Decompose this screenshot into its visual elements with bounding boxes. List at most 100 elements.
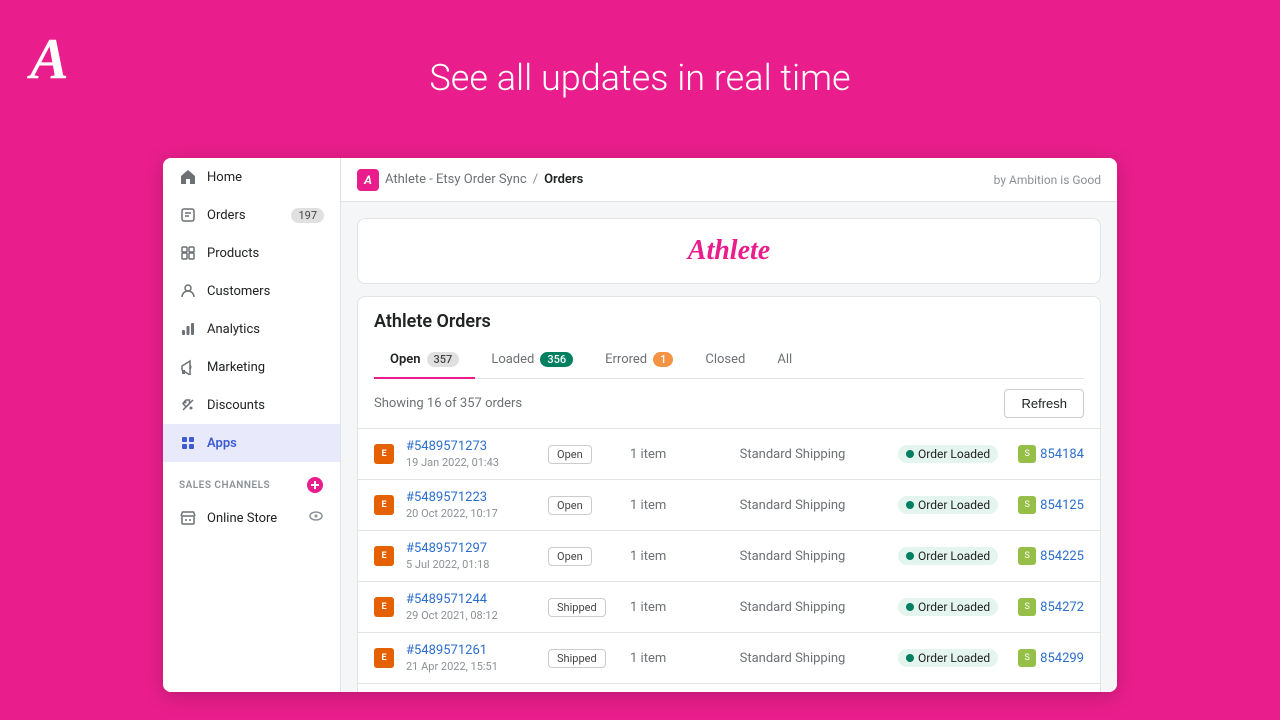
shopify-link[interactable]: S 854184: [1018, 445, 1084, 463]
orders-table: E #5489571273 19 Jan 2022, 01:43 Open 1 …: [358, 429, 1100, 692]
table-row: E #5489571297 5 Jul 2022, 01:18 Open 1 i…: [358, 531, 1100, 582]
order-loaded-status: Order Loaded: [898, 496, 998, 514]
order-date: 29 Oct 2021, 08:12: [406, 609, 536, 622]
marketing-icon: [179, 358, 197, 376]
table-row: E #5489571261 21 Apr 2022, 15:51 Shipped…: [358, 633, 1100, 684]
order-date: 21 Apr 2022, 15:51: [406, 660, 536, 673]
order-shipping: Standard Shipping: [740, 600, 886, 615]
products-icon: [179, 244, 197, 262]
order-id-col: #5489571244 29 Oct 2021, 08:12: [406, 592, 536, 622]
sidebar-item-customers[interactable]: Customers: [163, 272, 340, 310]
order-id-col: #5489571297 5 Jul 2022, 01:18: [406, 541, 536, 571]
loaded-badge: Order Loaded: [898, 598, 998, 616]
order-shipping: Standard Shipping: [740, 447, 886, 462]
order-status: Shipped: [548, 649, 618, 668]
tab-open[interactable]: Open 357: [374, 344, 475, 379]
loaded-badge: Order Loaded: [898, 445, 998, 463]
sidebar-item-orders[interactable]: Orders 197: [163, 196, 340, 234]
sidebar-item-products[interactable]: Products: [163, 234, 340, 272]
breadcrumb-app: Athlete - Etsy Order Sync: [385, 172, 527, 187]
shopify-link[interactable]: S 854125: [1018, 496, 1084, 514]
tab-errored-label: Errored: [605, 352, 647, 367]
status-badge: Open: [548, 445, 592, 464]
table-row: E #5489571273 19 Jan 2022, 01:43 Open 1 …: [358, 429, 1100, 480]
sidebar-orders-label: Orders: [207, 208, 246, 223]
shopify-link[interactable]: S 854272: [1018, 598, 1084, 616]
orders-icon: [179, 206, 197, 224]
order-loaded-status: Order Loaded: [898, 547, 998, 565]
etsy-icon: E: [374, 495, 394, 515]
order-shipping: Standard Shipping: [740, 549, 886, 564]
order-id-link[interactable]: #5489571261: [406, 643, 536, 658]
order-items: 1 item: [630, 651, 728, 666]
app-title: Athlete: [688, 235, 770, 266]
tab-closed-label: Closed: [705, 352, 745, 367]
shopify-icon: S: [1018, 496, 1036, 514]
sidebar-item-online-store[interactable]: Online Store: [163, 500, 340, 536]
add-sales-channel-icon[interactable]: [306, 476, 324, 494]
sidebar: Home Orders 197 Pro: [163, 158, 341, 692]
orders-badge: 197: [291, 208, 324, 223]
shopify-icon: S: [1018, 445, 1036, 463]
tab-all[interactable]: All: [761, 344, 808, 379]
store-icon: [179, 509, 197, 527]
sidebar-customers-label: Customers: [207, 284, 270, 299]
order-status: Open: [548, 445, 618, 464]
tab-loaded-badge: 356: [540, 352, 573, 367]
home-icon: [179, 168, 197, 186]
order-id-link[interactable]: #5489571273: [406, 439, 536, 454]
app-logo: A: [20, 20, 90, 90]
order-status: Open: [548, 496, 618, 515]
order-loaded-status: Order Loaded: [898, 649, 998, 667]
green-dot-icon: [906, 501, 914, 509]
discounts-icon: [179, 396, 197, 414]
etsy-icon: E: [374, 546, 394, 566]
sales-channels-label: SALES CHANNELS: [179, 480, 270, 491]
table-row: E #5489571244 29 Oct 2021, 08:12 Shipped…: [358, 582, 1100, 633]
header-bar: A Athlete - Etsy Order Sync / Orders by …: [341, 158, 1117, 202]
sidebar-apps-label: Apps: [207, 436, 237, 451]
order-loaded-status: Order Loaded: [898, 598, 998, 616]
tab-errored[interactable]: Errored 1: [589, 344, 689, 379]
sidebar-item-discounts[interactable]: Discounts: [163, 386, 340, 424]
loaded-badge: Order Loaded: [898, 649, 998, 667]
breadcrumb-separator: /: [533, 172, 538, 187]
breadcrumb: A Athlete - Etsy Order Sync / Orders: [357, 169, 583, 191]
sidebar-item-apps[interactable]: Apps: [163, 424, 340, 462]
tab-loaded[interactable]: Loaded 356: [475, 344, 589, 379]
orders-card: Athlete Orders Open 357 Loaded 356 Error…: [357, 296, 1101, 692]
shopify-link[interactable]: S 854225: [1018, 547, 1084, 565]
shopify-icon: S: [1018, 598, 1036, 616]
order-status: Open: [548, 547, 618, 566]
main-window: Home Orders 197 Pro: [163, 158, 1117, 692]
refresh-button[interactable]: Refresh: [1004, 389, 1084, 418]
shopify-link[interactable]: S 854299: [1018, 649, 1084, 667]
tab-open-badge: 357: [427, 352, 460, 367]
status-badge: Open: [548, 547, 592, 566]
order-id-link[interactable]: #5489571297: [406, 541, 536, 556]
sidebar-item-marketing[interactable]: Marketing: [163, 348, 340, 386]
tab-all-label: All: [777, 352, 792, 367]
order-id-link[interactable]: #5489571223: [406, 490, 536, 505]
tab-open-label: Open: [390, 352, 421, 367]
loaded-badge: Order Loaded: [898, 496, 998, 514]
etsy-icon: E: [374, 597, 394, 617]
order-id-col: #5489571273 19 Jan 2022, 01:43: [406, 439, 536, 469]
orders-header: Athlete Orders Open 357 Loaded 356 Error…: [358, 297, 1100, 379]
order-date: 20 Oct 2022, 10:17: [406, 507, 536, 520]
tab-closed[interactable]: Closed: [689, 344, 761, 379]
eye-icon[interactable]: [308, 508, 324, 528]
order-id-link[interactable]: #5489571244: [406, 592, 536, 607]
table-row: E #5489571252 31 Jul 2022, 22:25 Shipped…: [358, 684, 1100, 692]
breadcrumb-current: Orders: [544, 172, 583, 187]
etsy-icon: E: [374, 444, 394, 464]
sidebar-item-analytics[interactable]: Analytics: [163, 310, 340, 348]
loaded-badge: Order Loaded: [898, 547, 998, 565]
app-breadcrumb-icon: A: [357, 169, 379, 191]
svg-text:A: A: [27, 26, 69, 90]
status-badge: Shipped: [548, 598, 606, 617]
order-date: 19 Jan 2022, 01:43: [406, 456, 536, 469]
analytics-icon: [179, 320, 197, 338]
sidebar-item-home[interactable]: Home: [163, 158, 340, 196]
green-dot-icon: [906, 603, 914, 611]
